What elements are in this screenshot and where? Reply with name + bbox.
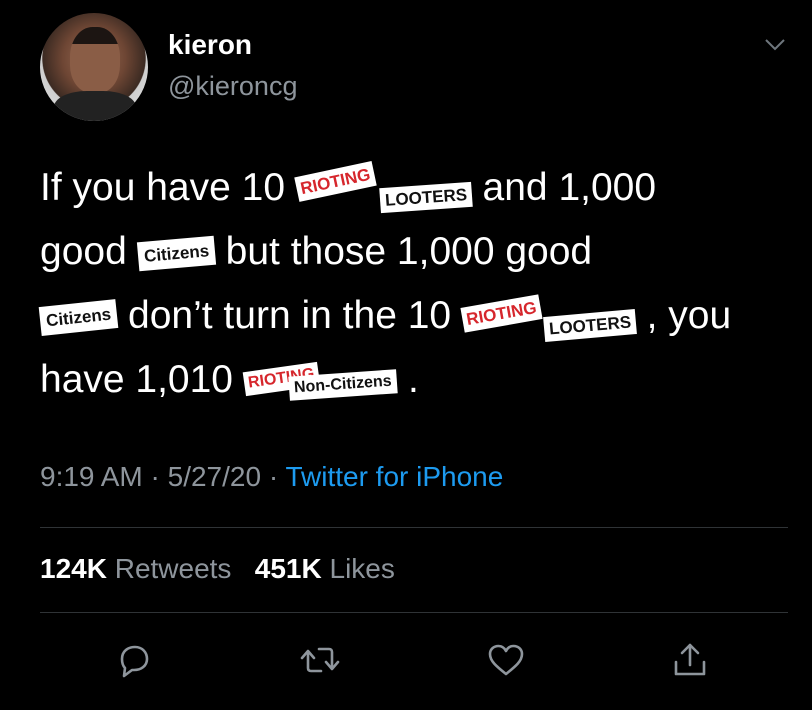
- meta-separator: ·: [142, 461, 168, 492]
- tweet-meta: 9:19 AM · 5/27/20 · Twitter for iPhone: [40, 461, 503, 493]
- tweet-date: 5/27/20: [167, 461, 262, 492]
- sticker-rioting: RIOTING: [460, 294, 543, 333]
- tweet-segment: but those 1,000 good: [225, 230, 593, 273]
- avatar-shirt: [54, 91, 136, 121]
- display-name[interactable]: kieron: [168, 29, 252, 61]
- sticker-citizens: Citizens: [136, 235, 216, 272]
- chevron-down-icon[interactable]: [764, 38, 786, 52]
- sticker-looters: LOOTERS: [378, 182, 473, 214]
- avatar[interactable]: [40, 13, 148, 121]
- tweet-segment: , you: [646, 294, 732, 337]
- tweet-segment: good: [40, 230, 138, 273]
- sticker-rioting: RIOTING: [294, 161, 377, 203]
- meta-separator: ·: [261, 461, 286, 492]
- sticker-citizens: Citizens: [38, 299, 119, 337]
- tweet-line-3: Citizens don’t turn in the 10 RIOTING LO…: [38, 284, 800, 348]
- retweets-label: Retweets: [114, 553, 232, 584]
- tweet-text: If you have 10 RIOTING LOOTERS and 1,000…: [38, 156, 800, 412]
- like-icon[interactable]: [486, 640, 526, 680]
- likes-label: Likes: [329, 553, 395, 584]
- tweet-segment: and 1,000: [482, 166, 657, 209]
- likes-count: 451K: [254, 553, 322, 584]
- tweet-line-1: If you have 10 RIOTING LOOTERS and 1,000: [40, 156, 800, 220]
- divider: [40, 612, 788, 613]
- tweet-stats: 124K Retweets 451K Likes: [40, 553, 395, 585]
- tweet-segment: have 1,010: [40, 358, 234, 401]
- tweet-time: 9:19 AM: [40, 461, 143, 492]
- tweet-line-2: good Citizens but those 1,000 good: [40, 220, 800, 284]
- tweet-segment: .: [408, 358, 419, 401]
- sticker-looters: LOOTERS: [542, 309, 637, 343]
- user-handle[interactable]: @kieroncg: [168, 71, 297, 102]
- tweet-segment: If you have 10: [40, 166, 296, 209]
- tweet-segment: don’t turn in the 10: [128, 294, 462, 337]
- retweets-count: 124K: [40, 553, 107, 584]
- retweets-stat[interactable]: 124K Retweets: [40, 553, 231, 584]
- retweet-icon[interactable]: [300, 640, 340, 680]
- reply-icon[interactable]: [114, 640, 154, 680]
- tweet-line-4: have 1,010 RIOTING Non-Citizens .: [40, 348, 800, 412]
- share-icon[interactable]: [670, 640, 710, 680]
- divider: [40, 527, 788, 528]
- avatar-face: [70, 27, 120, 93]
- likes-stat[interactable]: 451K Likes: [255, 553, 395, 584]
- tweet-source-link[interactable]: Twitter for iPhone: [285, 461, 503, 492]
